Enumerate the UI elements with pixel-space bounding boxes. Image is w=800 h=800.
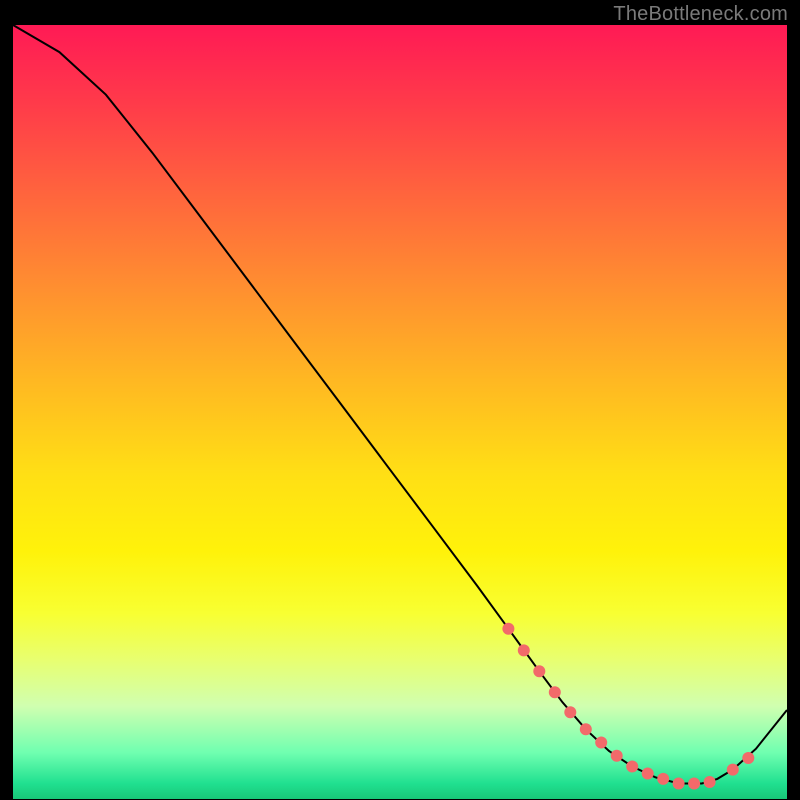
data-point [595,737,607,749]
bottleneck-curve [13,25,787,784]
attribution-text: TheBottleneck.com [613,3,788,26]
data-point [549,686,561,698]
data-point [580,723,592,735]
data-point [611,750,623,762]
data-point [564,706,576,718]
data-point [626,761,638,773]
chart-svg [13,25,787,799]
data-point [727,764,739,776]
data-point [502,623,514,635]
data-point [657,773,669,785]
data-point [704,776,716,788]
data-point [688,778,700,790]
data-point [642,768,654,780]
data-point [533,665,545,677]
data-point [518,644,530,656]
data-points [502,623,754,790]
data-point [673,778,685,790]
data-point [742,752,754,764]
chart-frame [13,25,787,799]
